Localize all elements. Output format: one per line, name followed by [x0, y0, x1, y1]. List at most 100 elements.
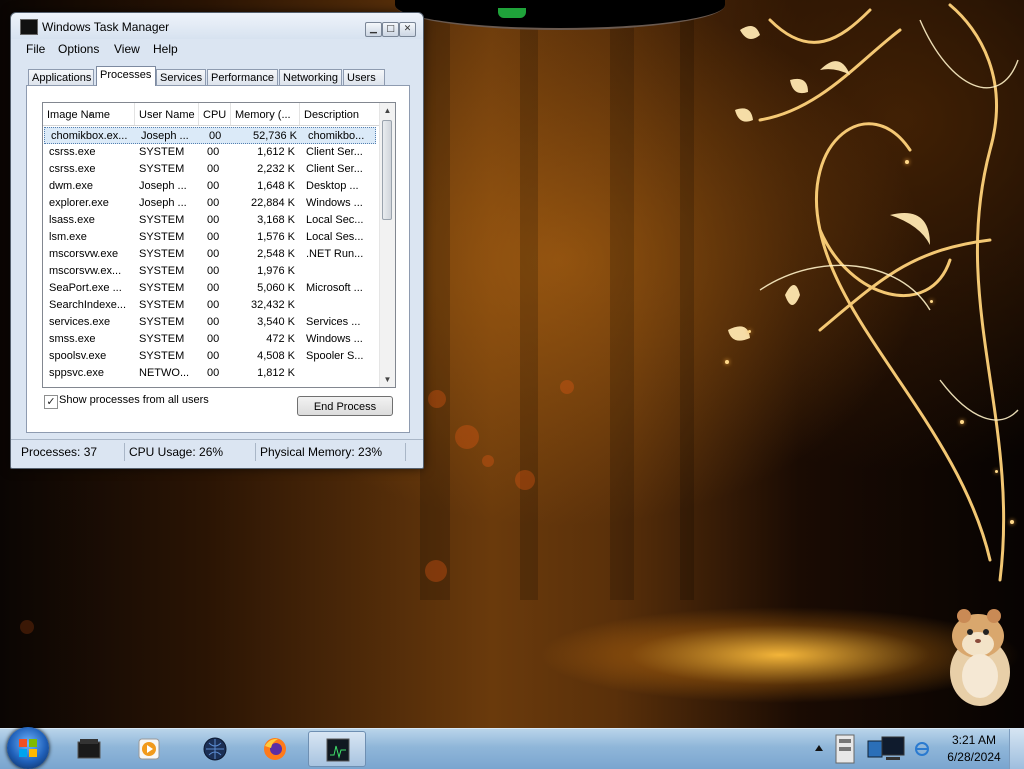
table-row[interactable]: smss.exe SYSTEM 00 472 K Windows ...	[43, 331, 377, 348]
cell-description: Microsoft ...	[306, 282, 363, 294]
maximize-button[interactable]: □	[382, 22, 399, 37]
cell-description: Windows ...	[306, 197, 363, 209]
column-user-name[interactable]: User Name	[135, 103, 199, 125]
sparkle	[905, 160, 909, 164]
taskbar-task-manager-button[interactable]	[308, 731, 366, 767]
tray-device-icon[interactable]	[834, 733, 856, 765]
column-description[interactable]: Description	[300, 103, 379, 125]
taskbar-firefox-button[interactable]	[250, 731, 294, 767]
window-titlebar[interactable]: Windows Task Manager ▁ □ ✕	[11, 13, 423, 39]
cell-memory: 1,612 K	[257, 146, 295, 158]
tab-applications[interactable]: Applications	[28, 69, 94, 85]
cell-memory: 3,168 K	[257, 214, 295, 226]
table-row[interactable]: SeaPort.exe ... SYSTEM 00 5,060 K Microsoft …	[43, 280, 377, 297]
status-bar: Processes: 37 CPU Usage: 26% Physical Me…	[11, 439, 423, 464]
menu-options[interactable]: Options	[58, 42, 99, 56]
table-row[interactable]: chomikbox.ex... Joseph ... 00 52,736 K chomi…	[44, 127, 376, 144]
bokeh-light	[560, 380, 574, 394]
cell-name: smss.exe	[49, 333, 96, 345]
cell-cpu: 00	[207, 299, 220, 311]
sparkle	[725, 360, 729, 364]
scrollbar-thumb[interactable]	[382, 120, 392, 220]
start-button[interactable]	[7, 727, 49, 769]
table-row[interactable]: sppsvc.exe NETWO... 00 1,812 K	[43, 365, 377, 382]
cell-name: dwm.exe	[49, 180, 94, 192]
taskbar-media-player-button[interactable]	[124, 731, 168, 767]
cell-cpu: 00	[207, 316, 220, 328]
minimize-button[interactable]: ▁	[365, 22, 382, 37]
menu-view[interactable]: View	[114, 42, 140, 56]
taskbar-terminal-button[interactable]	[64, 731, 108, 767]
scroll-down-arrow-icon[interactable]: ▼	[380, 372, 395, 387]
table-row[interactable]: services.exe SYSTEM 00 3,540 K Services ...	[43, 314, 377, 331]
column-memory[interactable]: Memory (...	[231, 103, 300, 125]
cell-cpu: 00	[207, 197, 220, 209]
end-process-button[interactable]: End Process	[297, 396, 393, 416]
sparkle	[960, 420, 964, 424]
table-row[interactable]: lsass.exe SYSTEM 00 3,168 K Local Sec...	[43, 212, 377, 229]
task-manager-app-icon	[20, 19, 38, 35]
cell-memory: 1,576 K	[257, 231, 295, 243]
cell-user: SYSTEM	[139, 231, 185, 243]
cell-memory: 5,060 K	[257, 282, 295, 294]
cell-description: Local Ses...	[306, 231, 364, 243]
table-row[interactable]: csrss.exe SYSTEM 00 1,612 K Client Ser...	[43, 144, 377, 161]
vertical-scrollbar[interactable]: ▲ ▼	[379, 103, 395, 387]
cell-name: csrss.exe	[49, 146, 96, 158]
close-button[interactable]: ✕	[399, 22, 416, 37]
clock-date[interactable]: 6/28/2024	[946, 750, 1002, 764]
cell-user: SYSTEM	[139, 146, 185, 158]
tab-networking[interactable]: Networking	[279, 69, 342, 85]
scroll-up-arrow-icon[interactable]: ▲	[380, 103, 395, 118]
column-image-name[interactable]: ▲ Image Name	[43, 103, 135, 125]
cell-memory: 32,432 K	[250, 299, 295, 311]
cell-description: Client Ser...	[306, 163, 363, 175]
cell-cpu: 00	[209, 130, 222, 142]
table-row[interactable]: dwm.exe Joseph ... 00 1,648 K Desktop ...	[43, 178, 377, 195]
checkbox-checkmark-icon[interactable]: ✓	[44, 395, 58, 409]
table-row[interactable]: lsm.exe SYSTEM 00 1,576 K Local Ses...	[43, 229, 377, 246]
notification-area	[814, 729, 938, 769]
sort-ascending-icon: ▲	[87, 111, 94, 118]
cell-description: Local Sec...	[306, 214, 364, 226]
cell-user: Joseph ...	[141, 130, 189, 142]
cell-name: SearchIndexe...	[49, 299, 127, 311]
cell-user: SYSTEM	[139, 282, 185, 294]
tab-processes[interactable]: Processes	[96, 66, 156, 86]
task-manager-icon	[326, 738, 350, 762]
table-row[interactable]: mscorsvw.exe SYSTEM 00 2,548 K .NET Run...	[43, 246, 377, 263]
terminal-app-icon	[77, 739, 101, 759]
taskbar-network-button[interactable]	[190, 731, 234, 767]
menu-help[interactable]: Help	[153, 42, 178, 56]
cell-name: sppsvc.exe	[49, 367, 105, 379]
column-cpu[interactable]: CPU	[199, 103, 231, 125]
table-row[interactable]: csrss.exe SYSTEM 00 2,232 K Client Ser...	[43, 161, 377, 178]
table-row[interactable]: mscorsvw.ex... SYSTEM 00 1,976 K	[43, 263, 377, 280]
table-row[interactable]: explorer.exe Joseph ... 00 22,884 K Windows …	[43, 195, 377, 212]
tray-network-status-icon[interactable]	[866, 735, 908, 763]
cell-description: Spooler S...	[306, 350, 364, 362]
wallpaper-stripe	[610, 0, 634, 600]
table-row[interactable]: SearchIndexe... SYSTEM 00 32,432 K	[43, 297, 377, 314]
wallpaper-stripe	[680, 0, 694, 600]
show-desktop-button[interactable]	[1009, 729, 1024, 769]
clock-time[interactable]: 3:21 AM	[946, 733, 1002, 747]
menu-file[interactable]: File	[26, 42, 45, 56]
table-row[interactable]: spoolsv.exe SYSTEM 00 4,508 K Spooler S...	[43, 348, 377, 365]
tab-services[interactable]: Services	[156, 69, 206, 85]
hamster-gadget-icon[interactable]	[938, 606, 1020, 710]
tray-internet-explorer-icon[interactable]	[914, 741, 930, 757]
tab-performance[interactable]: Performance	[207, 69, 278, 85]
wallpaper-gem	[498, 8, 526, 18]
bokeh-light	[482, 455, 494, 467]
taskbar: 3:21 AM 6/28/2024	[0, 727, 1024, 769]
cell-user: SYSTEM	[139, 350, 185, 362]
column-image-name-label: Image Name	[47, 109, 110, 121]
show-hidden-icons-arrow-icon[interactable]	[814, 743, 824, 753]
cell-name: mscorsvw.ex...	[49, 265, 122, 277]
process-list[interactable]: ▲ Image Name User Name CPU Memory (... D…	[42, 102, 396, 388]
cell-cpu: 00	[207, 265, 220, 277]
tab-users[interactable]: Users	[343, 69, 385, 85]
bokeh-light	[515, 470, 535, 490]
processes-panel: ▲ Image Name User Name CPU Memory (... D…	[26, 85, 410, 433]
